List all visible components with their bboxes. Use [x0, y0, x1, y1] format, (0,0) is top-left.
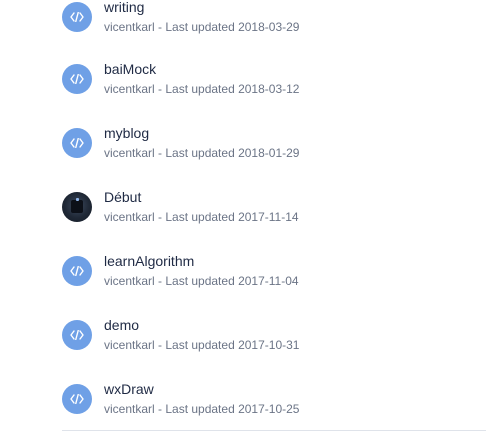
- list-item[interactable]: Début vicentkarl - Last updated 2017-11-…: [62, 189, 482, 236]
- repo-meta: vicentkarl - Last updated 2017-10-25: [104, 402, 300, 416]
- code-icon: [62, 256, 92, 286]
- divider: [62, 430, 486, 431]
- repository-list: writing vicentkarl - Last updated 2018-0…: [0, 0, 496, 435]
- list-item[interactable]: myblog vicentkarl - Last updated 2018-01…: [62, 125, 482, 172]
- repo-name[interactable]: Début: [104, 188, 141, 206]
- repo-name[interactable]: baiMock: [104, 60, 156, 78]
- list-item[interactable]: writing vicentkarl - Last updated 2018-0…: [62, 0, 482, 46]
- repo-name[interactable]: wxDraw: [104, 380, 154, 398]
- list-item[interactable]: demo vicentkarl - Last updated 2017-10-3…: [62, 317, 482, 364]
- repo-name[interactable]: learnAlgorithm: [104, 252, 194, 270]
- repo-name[interactable]: writing: [104, 0, 144, 16]
- repo-meta: vicentkarl - Last updated 2018-01-29: [104, 146, 300, 160]
- repo-meta: vicentkarl - Last updated 2018-03-29: [104, 20, 300, 34]
- code-icon: [62, 320, 92, 350]
- code-icon: [62, 2, 92, 32]
- repo-meta: vicentkarl - Last updated 2018-03-12: [104, 82, 300, 96]
- code-icon: [62, 64, 92, 94]
- repo-meta: vicentkarl - Last updated 2017-11-04: [104, 274, 299, 288]
- list-item[interactable]: learnAlgorithm vicentkarl - Last updated…: [62, 253, 482, 300]
- repo-name[interactable]: demo: [104, 316, 139, 334]
- repo-name[interactable]: myblog: [104, 124, 149, 142]
- list-item[interactable]: baiMock vicentkarl - Last updated 2018-0…: [62, 61, 482, 108]
- code-icon: [62, 384, 92, 414]
- repo-meta: vicentkarl - Last updated 2017-10-31: [104, 338, 300, 352]
- repo-meta: vicentkarl - Last updated 2017-11-14: [104, 210, 299, 224]
- list-item[interactable]: wxDraw vicentkarl - Last updated 2017-10…: [62, 381, 482, 428]
- code-icon: [62, 128, 92, 158]
- avatar: [62, 192, 92, 222]
